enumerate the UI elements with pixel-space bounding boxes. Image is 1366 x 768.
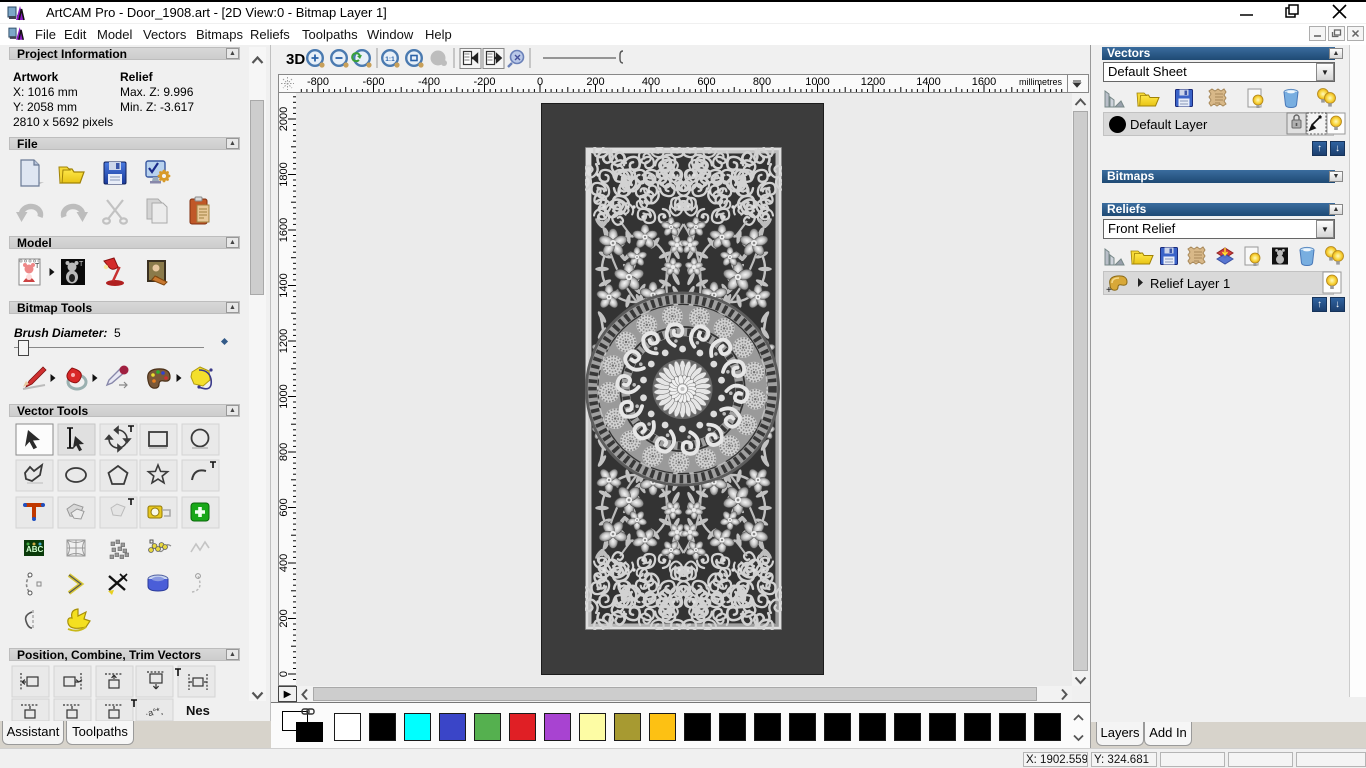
svg-text:200: 200 — [586, 76, 604, 88]
svg-text:Nes: Nes — [186, 703, 210, 718]
svg-text:-600: -600 — [362, 76, 384, 88]
svg-text:0: 0 — [279, 671, 290, 677]
svg-text:400: 400 — [642, 76, 660, 88]
svg-text:1400: 1400 — [279, 273, 290, 297]
svg-text:3D: 3D — [286, 51, 305, 68]
svg-text:1000: 1000 — [805, 76, 829, 88]
svg-text:ABC: ABC — [26, 545, 44, 554]
svg-text:600: 600 — [697, 76, 715, 88]
svg-text:·a°*¸: ·a°*¸ — [144, 705, 164, 719]
svg-text:2000: 2000 — [279, 107, 290, 131]
svg-text:600: 600 — [279, 498, 290, 516]
svg-text:T: T — [35, 263, 40, 270]
svg-text:1200: 1200 — [279, 329, 290, 353]
svg-text:-800: -800 — [307, 76, 329, 88]
svg-text:1000: 1000 — [279, 384, 290, 408]
svg-text:-400: -400 — [418, 76, 440, 88]
svg-text:millimetres: millimetres — [1019, 77, 1063, 87]
svg-text:-200: -200 — [473, 76, 495, 88]
svg-text:1800: 1800 — [279, 162, 290, 186]
svg-text:400: 400 — [279, 554, 290, 572]
svg-text:T: T — [79, 261, 84, 268]
svg-text:800: 800 — [753, 76, 771, 88]
svg-text:1400: 1400 — [916, 76, 940, 88]
svg-text:1:1: 1:1 — [385, 56, 395, 63]
svg-text:800: 800 — [279, 443, 290, 461]
svg-text:1200: 1200 — [861, 76, 885, 88]
svg-text:1600: 1600 — [279, 218, 290, 242]
svg-text:0: 0 — [537, 76, 543, 88]
svg-text:200: 200 — [279, 609, 290, 627]
svg-text:+: + — [1106, 285, 1112, 295]
svg-text:1600: 1600 — [972, 76, 996, 88]
